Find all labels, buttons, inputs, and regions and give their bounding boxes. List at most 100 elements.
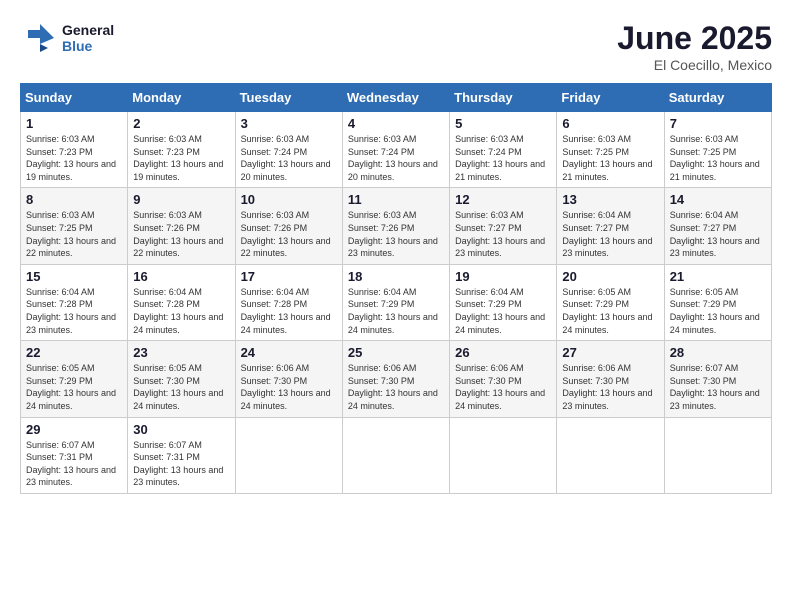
day-cell-17: 17 Sunrise: 6:04 AMSunset: 7:28 PMDayligh… — [235, 264, 342, 340]
day-info: Sunrise: 6:07 AMSunset: 7:31 PMDaylight:… — [26, 439, 122, 489]
day-number: 30 — [133, 422, 229, 437]
day-cell-3: 3 Sunrise: 6:03 AMSunset: 7:24 PMDaylight… — [235, 112, 342, 188]
day-number: 29 — [26, 422, 122, 437]
day-number: 17 — [241, 269, 337, 284]
day-number: 24 — [241, 345, 337, 360]
day-info: Sunrise: 6:03 AMSunset: 7:27 PMDaylight:… — [455, 209, 551, 259]
day-cell-13: 13 Sunrise: 6:04 AMSunset: 7:27 PMDayligh… — [557, 188, 664, 264]
day-info: Sunrise: 6:03 AMSunset: 7:24 PMDaylight:… — [455, 133, 551, 183]
day-number: 10 — [241, 192, 337, 207]
day-info: Sunrise: 6:03 AMSunset: 7:26 PMDaylight:… — [133, 209, 229, 259]
day-cell-2: 2 Sunrise: 6:03 AMSunset: 7:23 PMDaylight… — [128, 112, 235, 188]
day-info: Sunrise: 6:07 AMSunset: 7:31 PMDaylight:… — [133, 439, 229, 489]
day-info: Sunrise: 6:06 AMSunset: 7:30 PMDaylight:… — [348, 362, 444, 412]
day-cell-27: 27 Sunrise: 6:06 AMSunset: 7:30 PMDayligh… — [557, 341, 664, 417]
day-cell-21: 21Sunrise: 6:05 AMSunset: 7:29 PMDayligh… — [664, 264, 771, 340]
day-cell-15: 15 Sunrise: 6:04 AMSunset: 7:28 PMDayligh… — [21, 264, 128, 340]
day-number: 18 — [348, 269, 444, 284]
day-number: 9 — [133, 192, 229, 207]
day-cell-26: 26 Sunrise: 6:06 AMSunset: 7:30 PMDayligh… — [450, 341, 557, 417]
week-row-5: 29 Sunrise: 6:07 AMSunset: 7:31 PMDayligh… — [21, 417, 772, 493]
day-cell-11: 11Sunrise: 6:03 AMSunset: 7:26 PMDayligh… — [342, 188, 449, 264]
title-block: June 2025 El Coecillo, Mexico — [617, 20, 772, 73]
weekday-header-monday: Monday — [128, 84, 235, 112]
day-cell-20: 20 Sunrise: 6:05 AMSunset: 7:29 PMDayligh… — [557, 264, 664, 340]
empty-cell — [664, 417, 771, 493]
weekday-header-thursday: Thursday — [450, 84, 557, 112]
logo: General Blue — [20, 20, 114, 56]
logo-text: General Blue — [62, 22, 114, 54]
day-cell-8: 8 Sunrise: 6:03 AMSunset: 7:25 PMDaylight… — [21, 188, 128, 264]
day-number: 19 — [455, 269, 551, 284]
week-row-2: 8 Sunrise: 6:03 AMSunset: 7:25 PMDaylight… — [21, 188, 772, 264]
day-info: Sunrise: 6:03 AMSunset: 7:25 PMDaylight:… — [670, 133, 766, 183]
day-cell-4: 4Sunrise: 6:03 AMSunset: 7:24 PMDaylight… — [342, 112, 449, 188]
week-row-1: 1 Sunrise: 6:03 AMSunset: 7:23 PMDaylight… — [21, 112, 772, 188]
day-info: Sunrise: 6:06 AMSunset: 7:30 PMDaylight:… — [455, 362, 551, 412]
day-info: Sunrise: 6:03 AMSunset: 7:26 PMDaylight:… — [241, 209, 337, 259]
day-info: Sunrise: 6:07 AMSunset: 7:30 PMDaylight:… — [670, 362, 766, 412]
day-cell-19: 19 Sunrise: 6:04 AMSunset: 7:29 PMDayligh… — [450, 264, 557, 340]
empty-cell — [235, 417, 342, 493]
day-info: Sunrise: 6:04 AMSunset: 7:28 PMDaylight:… — [241, 286, 337, 336]
day-number: 26 — [455, 345, 551, 360]
day-info: Sunrise: 6:04 AMSunset: 7:28 PMDaylight:… — [26, 286, 122, 336]
weekday-header-sunday: Sunday — [21, 84, 128, 112]
logo-icon — [20, 20, 56, 56]
day-info: Sunrise: 6:06 AMSunset: 7:30 PMDaylight:… — [562, 362, 658, 412]
day-number: 6 — [562, 116, 658, 131]
month-title: June 2025 — [617, 20, 772, 57]
day-number: 7 — [670, 116, 766, 131]
location-title: El Coecillo, Mexico — [617, 57, 772, 73]
weekday-header-wednesday: Wednesday — [342, 84, 449, 112]
day-cell-22: 22 Sunrise: 6:05 AMSunset: 7:29 PMDayligh… — [21, 341, 128, 417]
day-info: Sunrise: 6:04 AMSunset: 7:27 PMDaylight:… — [670, 209, 766, 259]
day-number: 25 — [348, 345, 444, 360]
day-info: Sunrise: 6:03 AMSunset: 7:23 PMDaylight:… — [133, 133, 229, 183]
day-number: 27 — [562, 345, 658, 360]
day-cell-29: 29 Sunrise: 6:07 AMSunset: 7:31 PMDayligh… — [21, 417, 128, 493]
day-number: 13 — [562, 192, 658, 207]
day-number: 2 — [133, 116, 229, 131]
day-number: 20 — [562, 269, 658, 284]
day-info: Sunrise: 6:04 AMSunset: 7:27 PMDaylight:… — [562, 209, 658, 259]
day-number: 8 — [26, 192, 122, 207]
day-info: Sunrise: 6:04 AMSunset: 7:29 PMDaylight:… — [455, 286, 551, 336]
calendar: SundayMondayTuesdayWednesdayThursdayFrid… — [20, 83, 772, 494]
day-info: Sunrise: 6:05 AMSunset: 7:29 PMDaylight:… — [562, 286, 658, 336]
empty-cell — [557, 417, 664, 493]
day-number: 15 — [26, 269, 122, 284]
day-number: 1 — [26, 116, 122, 131]
day-cell-6: 6 Sunrise: 6:03 AMSunset: 7:25 PMDaylight… — [557, 112, 664, 188]
day-number: 5 — [455, 116, 551, 131]
day-number: 22 — [26, 345, 122, 360]
day-info: Sunrise: 6:06 AMSunset: 7:30 PMDaylight:… — [241, 362, 337, 412]
day-info: Sunrise: 6:03 AMSunset: 7:25 PMDaylight:… — [26, 209, 122, 259]
day-cell-30: 30 Sunrise: 6:07 AMSunset: 7:31 PMDayligh… — [128, 417, 235, 493]
week-row-4: 22 Sunrise: 6:05 AMSunset: 7:29 PMDayligh… — [21, 341, 772, 417]
day-number: 23 — [133, 345, 229, 360]
day-cell-7: 7 Sunrise: 6:03 AMSunset: 7:25 PMDaylight… — [664, 112, 771, 188]
day-number: 11 — [348, 192, 444, 207]
day-info: Sunrise: 6:03 AMSunset: 7:25 PMDaylight:… — [562, 133, 658, 183]
day-info: Sunrise: 6:03 AMSunset: 7:24 PMDaylight:… — [348, 133, 444, 183]
day-cell-23: 23 Sunrise: 6:05 AMSunset: 7:30 PMDayligh… — [128, 341, 235, 417]
day-info: Sunrise: 6:05 AMSunset: 7:29 PMDaylight:… — [26, 362, 122, 412]
day-number: 3 — [241, 116, 337, 131]
day-cell-24: 24 Sunrise: 6:06 AMSunset: 7:30 PMDayligh… — [235, 341, 342, 417]
weekday-header-friday: Friday — [557, 84, 664, 112]
day-info: Sunrise: 6:04 AMSunset: 7:29 PMDaylight:… — [348, 286, 444, 336]
day-number: 28 — [670, 345, 766, 360]
day-cell-16: 16Sunrise: 6:04 AMSunset: 7:28 PMDayligh… — [128, 264, 235, 340]
day-cell-14: 14 Sunrise: 6:04 AMSunset: 7:27 PMDayligh… — [664, 188, 771, 264]
weekday-header-saturday: Saturday — [664, 84, 771, 112]
week-row-3: 15 Sunrise: 6:04 AMSunset: 7:28 PMDayligh… — [21, 264, 772, 340]
day-number: 16 — [133, 269, 229, 284]
day-number: 12 — [455, 192, 551, 207]
day-info: Sunrise: 6:05 AMSunset: 7:30 PMDaylight:… — [133, 362, 229, 412]
weekday-header-tuesday: Tuesday — [235, 84, 342, 112]
day-number: 14 — [670, 192, 766, 207]
day-cell-12: 12 Sunrise: 6:03 AMSunset: 7:27 PMDayligh… — [450, 188, 557, 264]
day-info: Sunrise: 6:03 AMSunset: 7:24 PMDaylight:… — [241, 133, 337, 183]
page-header: General Blue June 2025 El Coecillo, Mexi… — [20, 20, 772, 73]
